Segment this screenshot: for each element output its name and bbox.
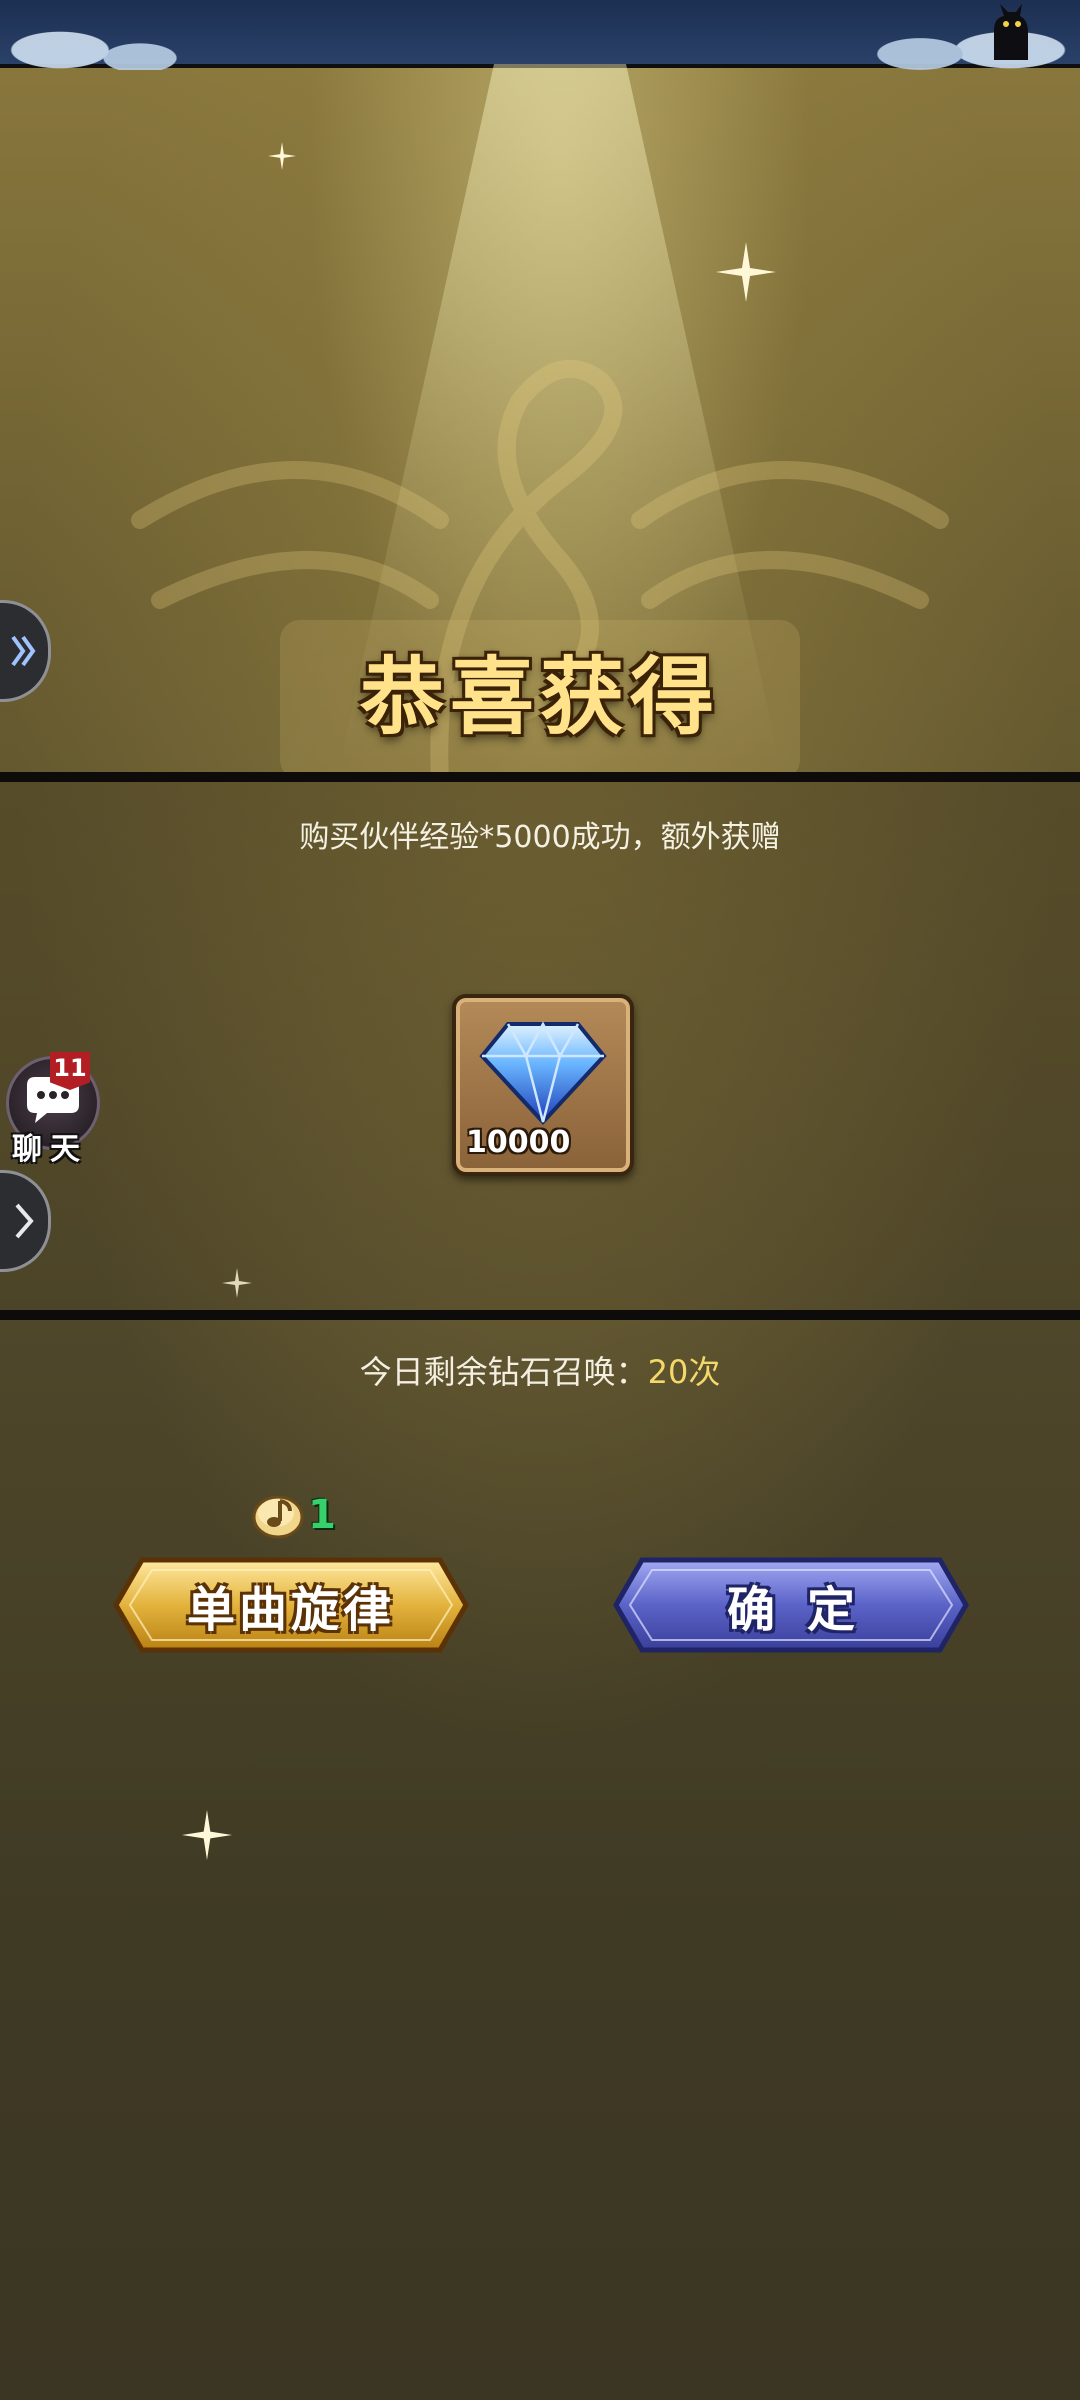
bottom-divider xyxy=(0,1310,1080,1320)
cloud-decoration xyxy=(860,10,1080,70)
sparkle-icon xyxy=(268,142,296,170)
confirm-label: 确定 xyxy=(726,1582,887,1638)
top-night-strip xyxy=(0,0,1080,70)
reward-item-card[interactable]: 10000 xyxy=(452,994,634,1176)
chat-label: 聊天 xyxy=(12,1132,88,1167)
purchase-message: 购买伙伴经验*5000成功，额外获赠 xyxy=(299,820,781,855)
confirm-button[interactable]: 确定 xyxy=(612,1556,970,1654)
single-melody-button[interactable]: 单曲旋律 xyxy=(112,1556,470,1654)
chat-unread-badge: 11 xyxy=(50,1052,90,1090)
chevron-right-icon xyxy=(15,1203,34,1239)
cost-value: 1 xyxy=(308,1492,336,1538)
cloud-decoration xyxy=(0,10,200,70)
reward-quantity: 10000 xyxy=(466,1125,571,1160)
remaining-summons: 今日剩余钻石召唤：20次 xyxy=(0,1347,1080,1393)
chat-button[interactable]: 11 聊天 xyxy=(4,1052,100,1167)
single-melody-label: 单曲旋律 xyxy=(186,1582,395,1638)
reward-screen: 恭喜获得 购买伙伴经验*5000成功，额外获赠 10000 今日剩余钻石召唤：2… xyxy=(0,0,1080,2400)
summon-cost: 1 xyxy=(252,1490,336,1540)
cat-icon xyxy=(994,4,1028,60)
remaining-summons-label: 今日剩余钻石召唤： xyxy=(359,1353,648,1391)
sparkle-icon xyxy=(716,242,776,302)
sparkle-icon xyxy=(182,1810,232,1860)
note-coin-icon xyxy=(252,1495,304,1539)
reward-title: 恭喜获得 xyxy=(359,647,720,746)
double-chevron-right-icon xyxy=(11,635,36,667)
top-divider xyxy=(0,772,1080,782)
blue-diamond-icon xyxy=(479,1021,607,1125)
remaining-summons-count: 20次 xyxy=(647,1353,721,1391)
